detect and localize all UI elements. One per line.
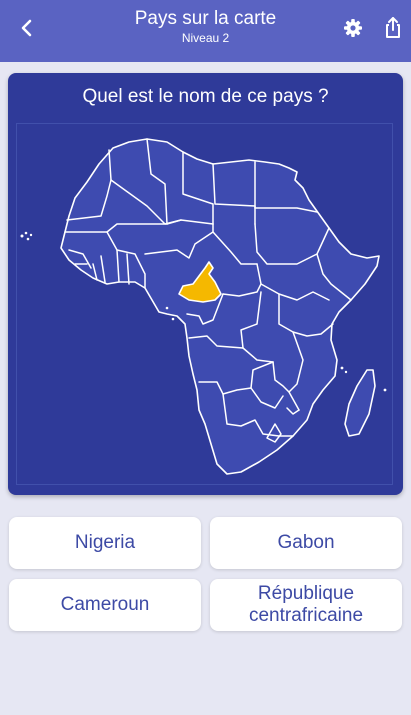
- share-button[interactable]: [378, 13, 408, 43]
- island-dot: [24, 231, 28, 235]
- answer-button-1[interactable]: Nigeria: [9, 517, 201, 569]
- settings-button[interactable]: [338, 13, 368, 43]
- madagascar-island: [344, 369, 376, 437]
- share-icon: [386, 17, 400, 38]
- question-text: Quel est le nom de ce pays ?: [82, 86, 329, 107]
- africa-map: [16, 123, 393, 485]
- island-dot: [20, 234, 24, 238]
- answer-button-4[interactable]: République centrafricaine: [210, 579, 402, 631]
- island-dot: [29, 233, 33, 237]
- answer-button-3[interactable]: Cameroun: [9, 579, 201, 631]
- island-dot: [171, 317, 175, 321]
- answer-button-2[interactable]: Gabon: [210, 517, 402, 569]
- island-dot: [165, 306, 169, 310]
- island-dot: [26, 237, 30, 241]
- island-dot: [383, 388, 387, 392]
- gear-icon: [344, 19, 362, 37]
- island-dot: [344, 370, 348, 374]
- question-card: Quel est le nom de ce pays ?: [8, 73, 403, 495]
- island-dot: [340, 366, 344, 370]
- africa-map-svg: [20, 138, 387, 475]
- header-bar: Pays sur la carte Niveau 2: [0, 0, 411, 62]
